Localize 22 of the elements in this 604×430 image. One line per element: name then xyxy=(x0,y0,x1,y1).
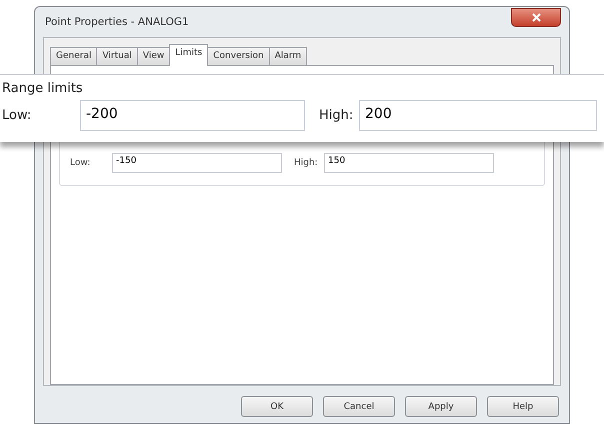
group-title: Range limits xyxy=(2,81,83,96)
high-label: High: xyxy=(294,158,319,168)
window-title: Point Properties - ANALOG1 xyxy=(44,16,189,28)
tab[interactable]: View xyxy=(136,47,170,66)
high-input-field[interactable]: 150 xyxy=(324,153,494,173)
tab[interactable]: General xyxy=(50,47,98,66)
close-button[interactable] xyxy=(511,8,561,26)
low-label: Low: xyxy=(2,108,32,123)
dialog-button[interactable]: Cancel xyxy=(323,396,395,417)
tab[interactable]: Limits xyxy=(169,44,208,66)
high-input-field[interactable]: 200 xyxy=(359,100,597,131)
high-label: High: xyxy=(319,108,354,123)
low-input-field[interactable]: -200 xyxy=(80,100,305,131)
low-label: Low: xyxy=(70,158,92,168)
tab[interactable]: Alarm xyxy=(268,47,308,66)
dialog-button[interactable]: OK xyxy=(241,396,313,417)
low-input-field[interactable]: -150 xyxy=(112,153,282,173)
tab[interactable]: Conversion xyxy=(207,47,270,66)
close-icon xyxy=(532,12,540,22)
dialog-button[interactable]: Help xyxy=(487,396,559,417)
tab[interactable]: Virtual xyxy=(96,47,138,66)
dialog-button[interactable]: Apply xyxy=(405,396,477,417)
